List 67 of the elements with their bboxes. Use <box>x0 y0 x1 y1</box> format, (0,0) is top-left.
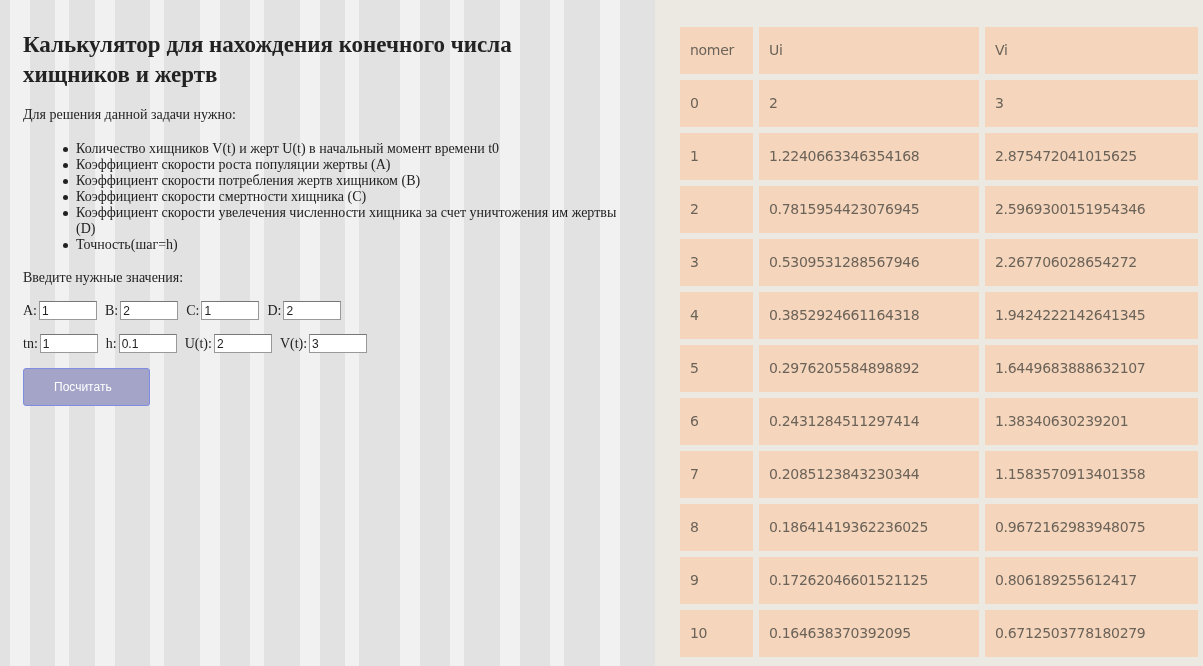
intro-text: Для решения данной задачи нужно: <box>23 106 237 124</box>
input-field[interactable]: 2 <box>213 334 272 353</box>
table-cell: 1.1583570913401358 <box>985 451 1198 498</box>
table-cell: 6 <box>680 398 753 445</box>
field-label: h: <box>105 335 117 353</box>
table-cell: 0.2976205584898892 <box>759 345 979 392</box>
bullet-icon <box>63 211 68 216</box>
column-header: Vi <box>985 27 1198 74</box>
field-label: B: <box>105 302 119 320</box>
input-field[interactable]: 3 <box>309 334 368 353</box>
requirement-item: Коэффициент скорости смертности хищника (C) <box>76 189 367 205</box>
table-cell: 1.2240663346354168 <box>759 133 979 180</box>
table-cell: 0.3852924661164318 <box>759 292 979 339</box>
bullet-icon <box>63 179 68 184</box>
table-cell: 0.2085123843230344 <box>759 451 979 498</box>
table-cell: 0.18641419362236025 <box>759 504 979 551</box>
bullet-icon <box>63 195 68 200</box>
table-cell: 0.9672162983948075 <box>985 504 1198 551</box>
table-cell: 0.806189255612417 <box>985 557 1198 604</box>
requirement-item: Коэффициент скорости увелечения численности хищника за счет уничтожения им жертвы (D) <box>76 205 618 237</box>
table-cell: 2.875472041015625 <box>985 133 1198 180</box>
table-cell: 0.6712503778180279 <box>985 610 1198 657</box>
field-label: U(t): <box>184 335 212 353</box>
table-cell: 2.267706028654272 <box>985 239 1198 286</box>
table-cell: 1.9424222142641345 <box>985 292 1198 339</box>
field-label: tn: <box>23 335 38 353</box>
input-field[interactable]: 1 <box>39 334 98 353</box>
page-title: Калькулятор для нахождения конечного числа хищников и жертв <box>23 31 513 89</box>
table-cell: 8 <box>680 504 753 551</box>
table-cell: 5 <box>680 345 753 392</box>
table-cell: 3 <box>680 239 753 286</box>
table-cell: 2 <box>680 186 753 233</box>
input-field[interactable]: 1 <box>39 301 97 320</box>
table-cell: 2 <box>759 80 979 127</box>
requirement-item: Коэффициент скорости роста популяции жертвы (A) <box>76 157 391 173</box>
table-cell: 0 <box>680 80 753 127</box>
input-field[interactable]: 2 <box>120 301 179 320</box>
requirement-item: Количество хищников V(t) и жерт U(t) в начальный момент времени t0 <box>76 141 500 157</box>
table-cell: 0.7815954423076945 <box>759 186 979 233</box>
table-cell: 3 <box>985 80 1198 127</box>
field-label: D: <box>267 302 282 320</box>
table-cell: 4 <box>680 292 753 339</box>
bullet-icon <box>63 243 68 248</box>
requirement-item: Коэффициент скорости потребления жертв хищником (B) <box>76 173 421 189</box>
table-cell: 0.5309531288567946 <box>759 239 979 286</box>
input-field[interactable]: 2 <box>283 301 342 320</box>
table-cell: 1 <box>680 133 753 180</box>
bullet-icon <box>63 147 68 152</box>
table-cell: 7 <box>680 451 753 498</box>
table-cell: 1.6449683888632107 <box>985 345 1198 392</box>
table-cell: 0.2431284511297414 <box>759 398 979 445</box>
field-label: A: <box>23 302 37 320</box>
table-cell: 10 <box>680 610 753 657</box>
table-cell: 0.164638370392095 <box>759 610 979 657</box>
table-cell: 2.5969300151954346 <box>985 186 1198 233</box>
table-cell: 9 <box>680 557 753 604</box>
table-cell: 0.17262046601521125 <box>759 557 979 604</box>
column-header: nomer <box>680 27 753 74</box>
table-cell: 1.38340630239201 <box>985 398 1198 445</box>
field-label: V(t): <box>279 335 308 353</box>
field-label: C: <box>186 302 200 320</box>
input-field[interactable]: 0.1 <box>118 334 177 353</box>
column-header: Ui <box>759 27 979 74</box>
prompt-text: Введите нужные значения: <box>23 269 185 287</box>
input-field[interactable]: 1 <box>201 301 260 320</box>
bullet-icon <box>63 163 68 168</box>
requirement-item: Точность(шаг=h) <box>76 237 178 253</box>
